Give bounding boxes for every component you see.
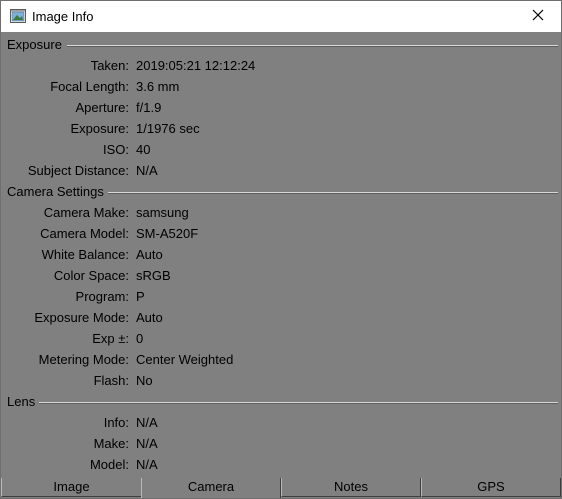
value-taken: 2019:05:21 12:12:24 bbox=[136, 58, 256, 73]
value-exposure-mode: Auto bbox=[136, 310, 163, 325]
value-subject-distance: N/A bbox=[136, 163, 158, 178]
section-divider bbox=[108, 192, 558, 194]
tab-camera[interactable]: Camera bbox=[141, 478, 281, 498]
value-flash: No bbox=[136, 373, 153, 388]
title-bar[interactable]: Image Info bbox=[1, 1, 561, 32]
label-exposure: Exposure: bbox=[70, 121, 129, 136]
section-header-camera-settings: Camera Settings bbox=[7, 184, 104, 199]
label-program: Program: bbox=[75, 289, 129, 304]
section-header-exposure: Exposure bbox=[7, 37, 62, 52]
label-subject-distance: Subject Distance: bbox=[27, 163, 129, 178]
label-lens-info: Info: bbox=[103, 415, 129, 430]
value-lens-info: N/A bbox=[136, 415, 158, 430]
tab-image[interactable]: Image bbox=[1, 478, 142, 497]
label-color-space: Color Space: bbox=[53, 268, 129, 283]
label-aperture: Aperture: bbox=[75, 100, 129, 115]
image-window-icon bbox=[10, 9, 26, 23]
label-taken: Taken: bbox=[90, 58, 129, 73]
tab-gps[interactable]: GPS bbox=[421, 478, 561, 497]
value-camera-model: SM-A520F bbox=[136, 226, 199, 241]
tab-notes[interactable]: Notes bbox=[281, 478, 421, 497]
label-lens-model: Model: bbox=[89, 457, 129, 472]
value-color-space: sRGB bbox=[136, 268, 171, 283]
value-lens-make: N/A bbox=[136, 436, 158, 451]
close-icon bbox=[532, 9, 544, 24]
value-white-balance: Auto bbox=[136, 247, 163, 262]
value-aperture: f/1.9 bbox=[136, 100, 162, 115]
label-metering-mode: Metering Mode: bbox=[38, 352, 129, 367]
label-iso: ISO: bbox=[102, 142, 129, 157]
section-divider bbox=[67, 45, 558, 47]
value-exposure: 1/1976 sec bbox=[136, 121, 200, 136]
tab-bar: Image Camera Notes GPS bbox=[1, 478, 561, 498]
label-exposure-mode: Exposure Mode: bbox=[34, 310, 129, 325]
image-info-window: Image Info Exposure Taken: 2019:05:21 12… bbox=[0, 0, 562, 499]
label-exposure-bias: Exp ±: bbox=[92, 331, 129, 346]
value-exposure-bias: 0 bbox=[136, 331, 144, 346]
label-camera-model: Camera Model: bbox=[40, 226, 129, 241]
label-flash: Flash: bbox=[93, 373, 129, 388]
label-camera-make: Camera Make: bbox=[43, 205, 129, 220]
section-divider bbox=[39, 402, 558, 404]
value-metering-mode: Center Weighted bbox=[136, 352, 234, 367]
close-button[interactable] bbox=[515, 1, 561, 32]
label-focal-length: Focal Length: bbox=[50, 79, 129, 94]
value-camera-make: samsung bbox=[136, 205, 189, 220]
info-panel: Exposure Taken: 2019:05:21 12:12:24 Foca… bbox=[1, 32, 561, 478]
label-lens-make: Make: bbox=[93, 436, 129, 451]
section-header-lens: Lens bbox=[7, 394, 36, 409]
value-lens-model: N/A bbox=[136, 457, 158, 472]
value-focal-length: 3.6 mm bbox=[136, 79, 180, 94]
window-title: Image Info bbox=[32, 9, 94, 24]
value-program: P bbox=[136, 289, 145, 304]
value-iso: 40 bbox=[136, 142, 151, 157]
label-white-balance: White Balance: bbox=[41, 247, 129, 262]
